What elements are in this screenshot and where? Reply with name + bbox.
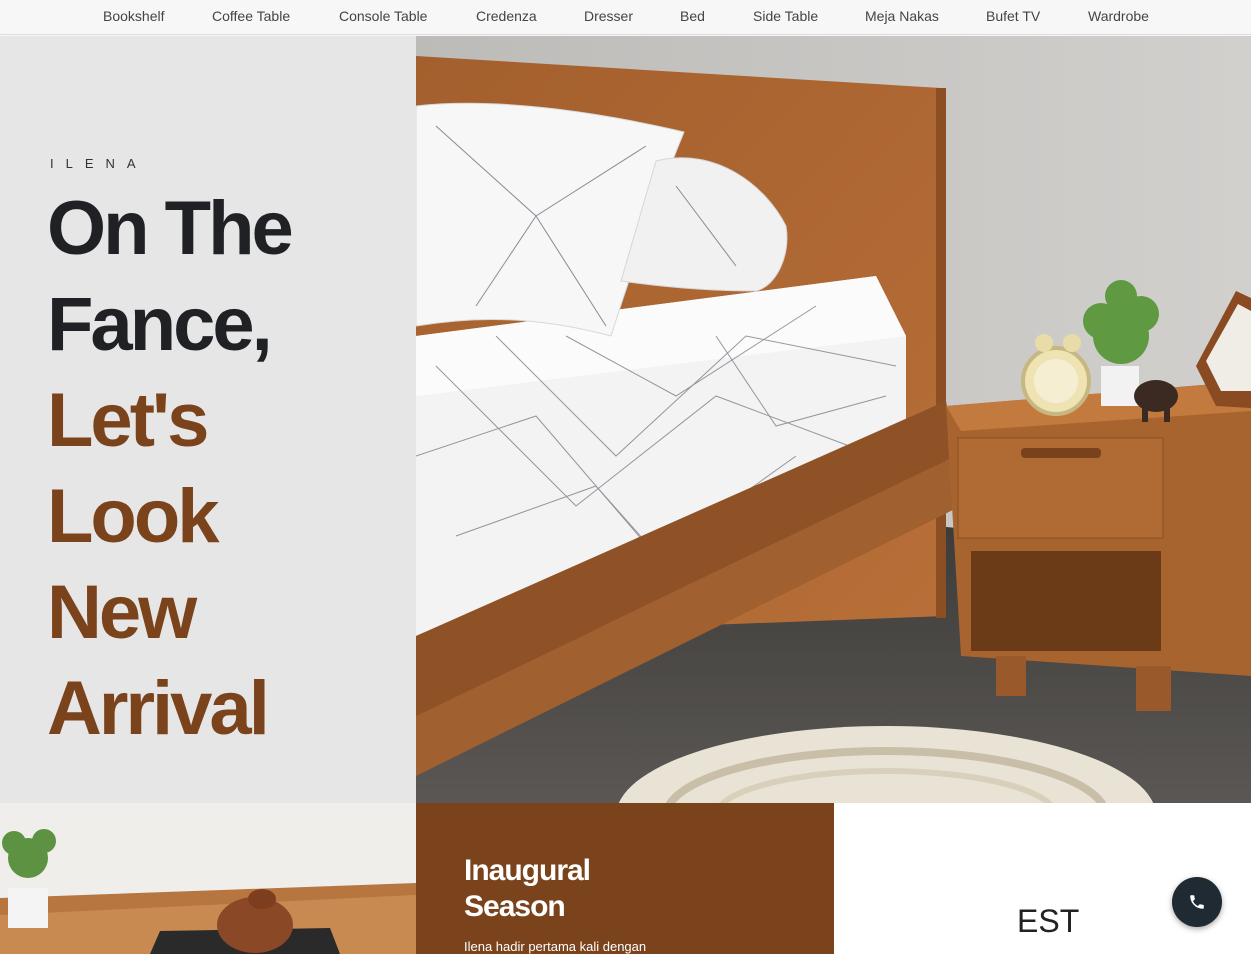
nav-item-credenza[interactable]: Credenza — [476, 8, 537, 24]
nav-item-side-table[interactable]: Side Table — [753, 8, 818, 24]
promo-title-line-2: Season — [464, 890, 566, 923]
bedroom-photo-icon — [416, 36, 1251, 803]
headline-line-3: Let's — [47, 378, 209, 463]
nav-item-bed[interactable]: Bed — [680, 8, 705, 24]
headline-line-5: New — [47, 570, 197, 655]
promo-title: Inaugural Season — [464, 853, 591, 925]
headline-line-2: Fance, — [47, 282, 273, 367]
headline-line-6: Arrival — [47, 666, 270, 751]
nav-item-bufet-tv[interactable]: Bufet TV — [986, 8, 1040, 24]
nav-item-console-table[interactable]: Console Table — [339, 8, 427, 24]
est-label: EST — [1017, 903, 1080, 939]
promo-title-line-1: Inaugural — [464, 854, 591, 887]
headline-line-1: On The — [47, 186, 294, 271]
secondary-image — [0, 803, 416, 954]
nav-item-wardrobe[interactable]: Wardrobe — [1088, 8, 1149, 24]
call-button[interactable] — [1172, 877, 1222, 927]
promo-text: Ilena hadir pertama kali dengan — [464, 939, 647, 954]
nav-item-dresser[interactable]: Dresser — [584, 8, 633, 24]
phone-icon — [1190, 895, 1204, 909]
hero-text-panel: ILENA On The Fance, Let's Look New Arriv… — [0, 36, 416, 803]
inaugural-season-panel: Inaugural Season Ilena hadir pertama kal… — [416, 803, 834, 954]
brand-label: ILENA — [50, 156, 148, 171]
nav-item-bookshelf[interactable]: Bookshelf — [103, 8, 164, 24]
hero-image — [416, 36, 1251, 803]
headline-line-4: Look — [47, 474, 220, 559]
table-decor-photo-icon — [0, 803, 416, 954]
nav-item-coffee-table[interactable]: Coffee Table — [212, 8, 290, 24]
nav-item-meja-nakas[interactable]: Meja Nakas — [865, 8, 939, 24]
top-nav: Bookshelf Coffee Table Console Table Cre… — [0, 0, 1251, 35]
